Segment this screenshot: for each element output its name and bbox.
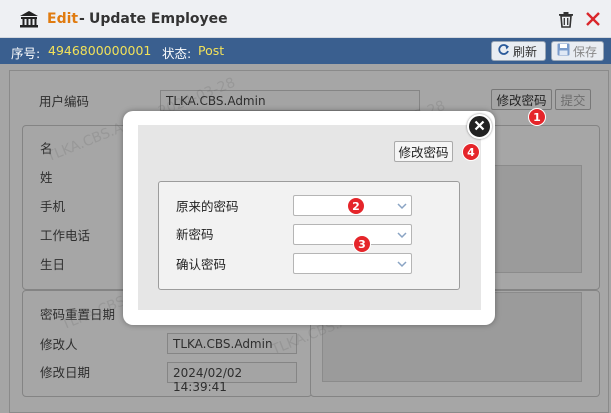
save-button[interactable]: 保存 bbox=[551, 41, 604, 61]
chevron-down-icon[interactable] bbox=[395, 257, 409, 271]
status-label: 状态: bbox=[162, 46, 192, 61]
dialog-change-password-button[interactable]: 修改密码 bbox=[394, 141, 453, 162]
save-icon bbox=[557, 43, 570, 59]
confirm-password-input[interactable] bbox=[293, 253, 412, 274]
refresh-button[interactable]: 刷新 bbox=[491, 41, 546, 61]
chevron-down-icon[interactable] bbox=[395, 199, 409, 213]
save-label: 保存 bbox=[573, 44, 598, 59]
bank-icon bbox=[19, 10, 39, 28]
annotation-marker-4: 4 bbox=[462, 143, 480, 161]
annotation-marker-3: 3 bbox=[353, 235, 371, 253]
refresh-icon bbox=[497, 43, 510, 59]
title-edit: Edit bbox=[47, 11, 79, 27]
new-password-label: 新密码 bbox=[176, 227, 214, 242]
refresh-label: 刷新 bbox=[513, 44, 538, 59]
close-icon[interactable] bbox=[584, 10, 602, 28]
chevron-down-icon[interactable] bbox=[395, 228, 409, 242]
status-value: Post bbox=[198, 43, 225, 58]
annotation-marker-2: 2 bbox=[347, 197, 365, 215]
trash-icon[interactable] bbox=[558, 11, 574, 28]
confirm-password-label: 确认密码 bbox=[176, 257, 227, 272]
dialog-close-button[interactable] bbox=[467, 114, 492, 139]
seq-value: 4946800000001 bbox=[48, 43, 152, 58]
old-password-label: 原来的密码 bbox=[176, 199, 239, 214]
annotation-marker-1: 1 bbox=[528, 108, 546, 126]
close-icon bbox=[474, 120, 485, 134]
page-title: Update Employee bbox=[89, 11, 228, 27]
seq-label: 序号: bbox=[11, 46, 41, 61]
title-separator: - bbox=[79, 11, 85, 27]
